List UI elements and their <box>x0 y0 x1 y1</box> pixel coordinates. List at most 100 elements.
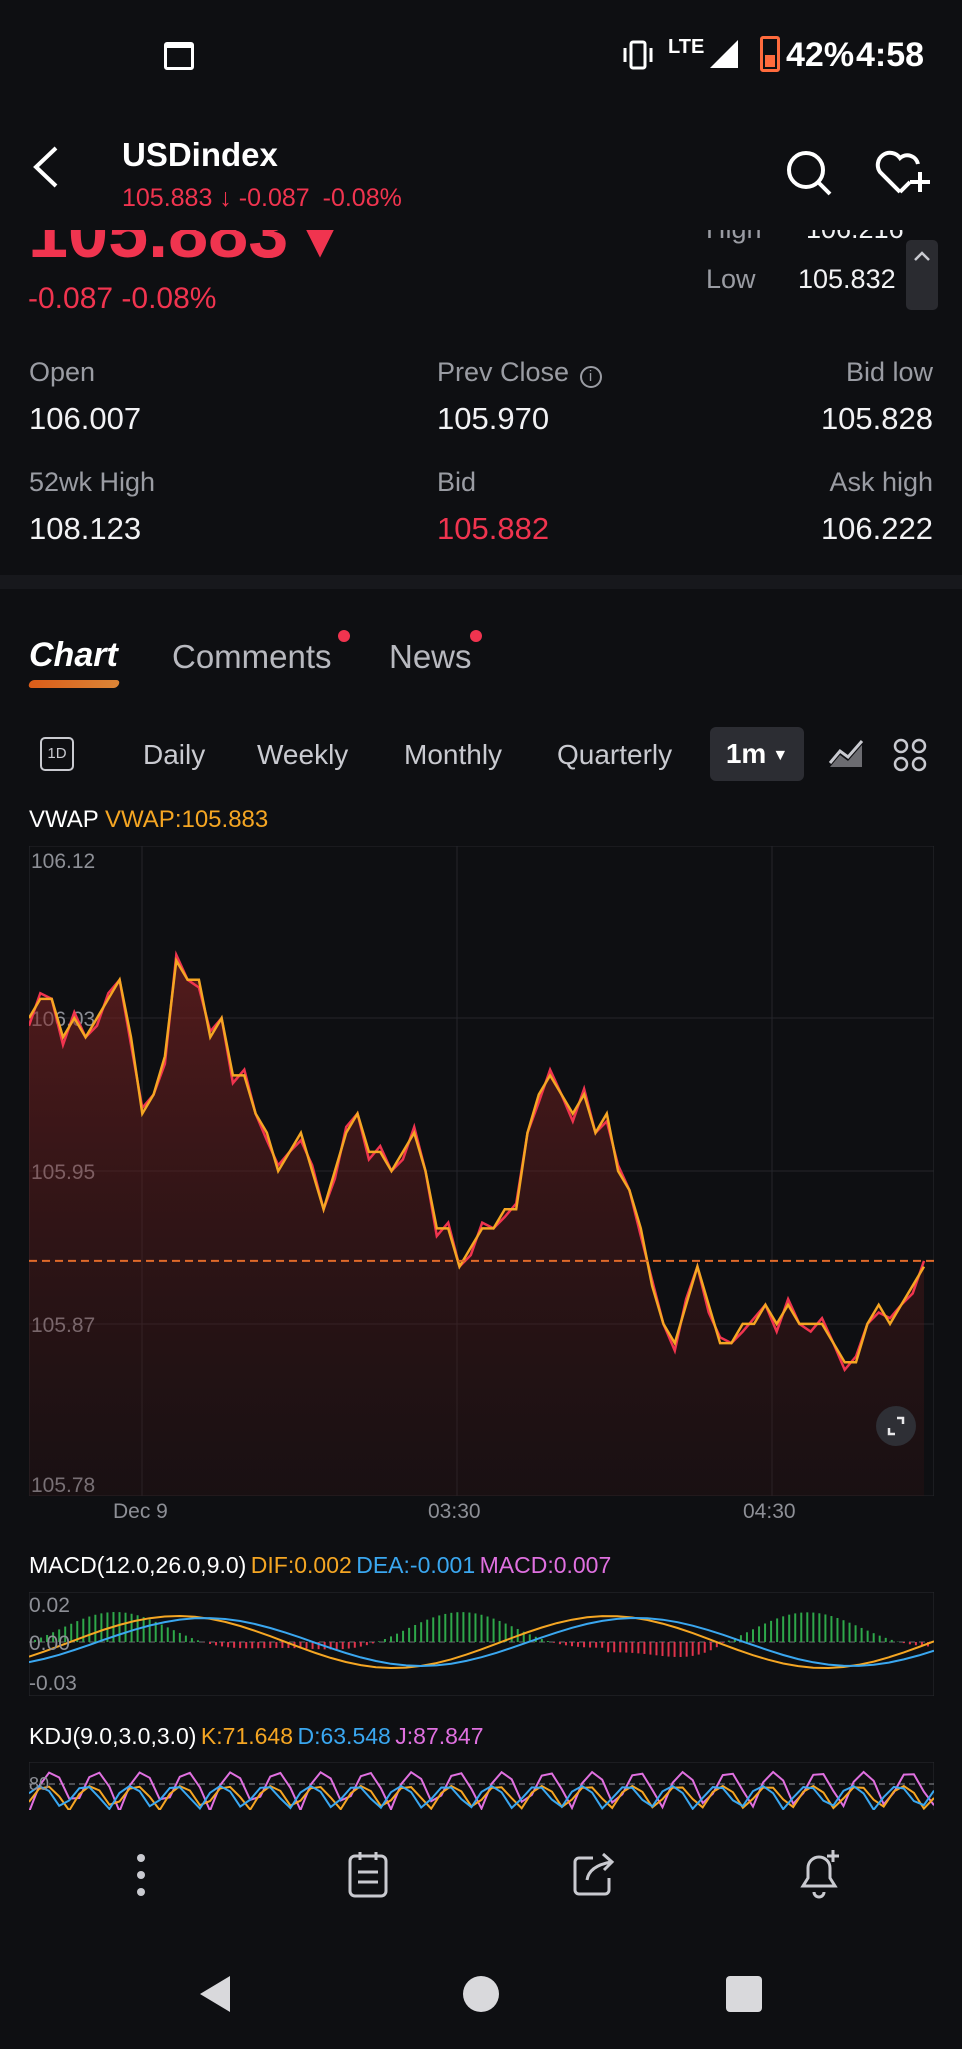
info-icon[interactable]: i <box>579 365 602 388</box>
x-tick-label: Dec 9 <box>113 1500 168 1523</box>
change-line: -0.087 -0.08% <box>28 282 217 315</box>
down-triangle-icon: ▼ <box>296 230 344 268</box>
stat-bid-low-value: 105.828 <box>820 401 933 436</box>
period-weekly[interactable]: Weekly <box>257 739 348 771</box>
period-monthly[interactable]: Monthly <box>404 739 502 771</box>
big-price: 105.883 ▼ <box>28 230 344 274</box>
add-watchlist-heart-icon[interactable] <box>874 148 934 203</box>
search-icon[interactable] <box>784 148 834 203</box>
kdj-j: J:87.847 <box>395 1723 484 1749</box>
expand-stats-button[interactable] <box>906 240 938 310</box>
kdj-tick-label: 80 <box>29 1774 50 1794</box>
signal-icon <box>708 38 740 75</box>
y-tick-label: 106.12 <box>31 850 95 873</box>
stat-bid-label: Bid <box>437 467 477 497</box>
macd-chart[interactable]: 0.02 0.00 -0.03 <box>29 1592 934 1696</box>
chart-type-icon[interactable] <box>826 737 866 776</box>
stat-52wk-high-label: 52wk High <box>29 467 156 497</box>
vibrate-icon <box>622 40 654 70</box>
x-tick-label: 03:30 <box>428 1500 481 1523</box>
news-unread-dot <box>470 630 482 642</box>
section-divider <box>0 575 962 589</box>
battery-percent: 42% <box>786 36 855 74</box>
back-icon[interactable] <box>22 142 66 192</box>
macd-legend: MACD(12.0,26.0,9.0) DIF:0.002 DEA:-0.001… <box>29 1552 611 1579</box>
kdj-d: D:63.548 <box>297 1723 391 1749</box>
vwap-label: VWAP <box>29 806 99 833</box>
kdj-label: KDJ(9.0,3.0,3.0) <box>29 1723 197 1749</box>
tab-active-underline <box>27 680 121 688</box>
grid-layout-icon[interactable] <box>892 737 928 778</box>
fullscreen-icon[interactable] <box>876 1406 916 1446</box>
stat-52wk-high-value: 108.123 <box>29 511 142 546</box>
low-value: 105.832 <box>798 264 896 294</box>
stat-prev-close: Prev Close i <box>437 357 602 388</box>
notes-icon[interactable] <box>346 1850 390 1905</box>
down-arrow-icon: ↓ <box>219 184 232 212</box>
low-label: Low <box>706 264 756 294</box>
price-alert-icon[interactable] <box>795 1848 843 1905</box>
stat-prev-close-value: 105.970 <box>437 401 550 436</box>
stat-ask-high-value: 106.222 <box>820 511 933 546</box>
period-selector: 1D Daily Weekly Monthly Quarterly 1m ▼ <box>0 725 962 785</box>
vwap-legend: VWAP VWAP:105.883 <box>29 806 268 834</box>
calendar-notification-icon <box>164 42 194 70</box>
macd-label: MACD(12.0,26.0,9.0) <box>29 1552 247 1578</box>
caret-down-icon: ▼ <box>772 746 789 764</box>
more-options-icon[interactable] <box>128 1850 154 1905</box>
kdj-chart-svg <box>29 1762 934 1810</box>
header-change: -0.087 <box>238 184 310 212</box>
bottom-toolbar <box>0 1810 962 1940</box>
macd-dea: DEA:-0.001 <box>356 1552 476 1578</box>
x-tick-label: 04:30 <box>743 1500 796 1523</box>
header: USDindex 105.883 ↓ -0.087 -0.08% <box>0 120 962 230</box>
interval-dropdown[interactable]: 1m ▼ <box>710 727 804 781</box>
stat-bid-low-label: Bid low <box>845 357 933 387</box>
macd-value: MACD:0.007 <box>479 1552 612 1578</box>
high-value: 106.216 <box>806 230 904 245</box>
stat-open-label: Open <box>29 357 96 387</box>
tab-bar: Chart Comments News <box>0 630 962 700</box>
kdj-chart[interactable]: 80 <box>29 1762 934 1810</box>
battery-icon <box>760 36 780 72</box>
home-nav-icon[interactable] <box>463 1976 499 2012</box>
macd-frame <box>29 1592 934 1696</box>
stat-ask-high-label: Ask high <box>829 467 933 497</box>
macd-tick-label: 0.00 <box>29 1632 70 1655</box>
macd-tick-label: -0.03 <box>29 1672 77 1695</box>
period-quarterly[interactable]: Quarterly <box>557 739 672 771</box>
recents-nav-icon[interactable] <box>726 1976 762 2012</box>
kdj-k: K:71.648 <box>200 1723 294 1749</box>
macd-chart-svg <box>29 1592 934 1696</box>
x-axis-labels: Dec 9 03:30 04:30 <box>29 1500 934 1530</box>
area-fill <box>29 960 924 1496</box>
one-day-button[interactable]: 1D <box>40 737 74 771</box>
stat-prev-close-label: Prev Close <box>437 357 570 387</box>
status-bar: LTE 42% 4:58 <box>0 0 962 110</box>
kdj-legend: KDJ(9.0,3.0,3.0) K:71.648 D:63.548 J:87.… <box>29 1723 484 1750</box>
header-change-pct: -0.08% <box>322 184 402 212</box>
header-price: 105.883 <box>122 184 213 212</box>
back-nav-icon[interactable] <box>196 1974 234 2019</box>
tab-news[interactable]: News <box>389 638 472 676</box>
vwap-value: VWAP:105.883 <box>105 806 269 833</box>
header-quote: 105.883 ↓ -0.087 -0.08% <box>122 184 402 213</box>
quote-panel: 105.883▼ -0.087 -0.08% High 106.216 Low … <box>0 230 962 320</box>
price-chart[interactable]: 106.12106.03105.95105.87105.78 <box>29 846 934 1496</box>
stats-grid: Open 106.007 Prev Close i 105.970 Bid lo… <box>0 355 962 555</box>
share-icon[interactable] <box>571 1850 617 1903</box>
period-daily[interactable]: Daily <box>143 739 205 771</box>
stat-bid-value: 105.882 <box>437 511 550 546</box>
clock: 4:58 <box>856 36 925 74</box>
price-chart-svg: 106.12106.03105.95105.87105.78 <box>29 846 934 1496</box>
network-type: LTE <box>668 36 705 58</box>
system-nav-bar <box>0 1940 962 2049</box>
tab-chart[interactable]: Chart <box>27 636 121 688</box>
stat-open-value: 106.007 <box>29 401 142 436</box>
high-label: High <box>706 230 762 245</box>
macd-dif: DIF:0.002 <box>250 1552 352 1578</box>
comments-unread-dot <box>338 630 350 642</box>
tab-comments[interactable]: Comments <box>172 638 332 676</box>
page-title: USDindex <box>122 136 278 173</box>
macd-tick-label: 0.02 <box>29 1594 70 1617</box>
